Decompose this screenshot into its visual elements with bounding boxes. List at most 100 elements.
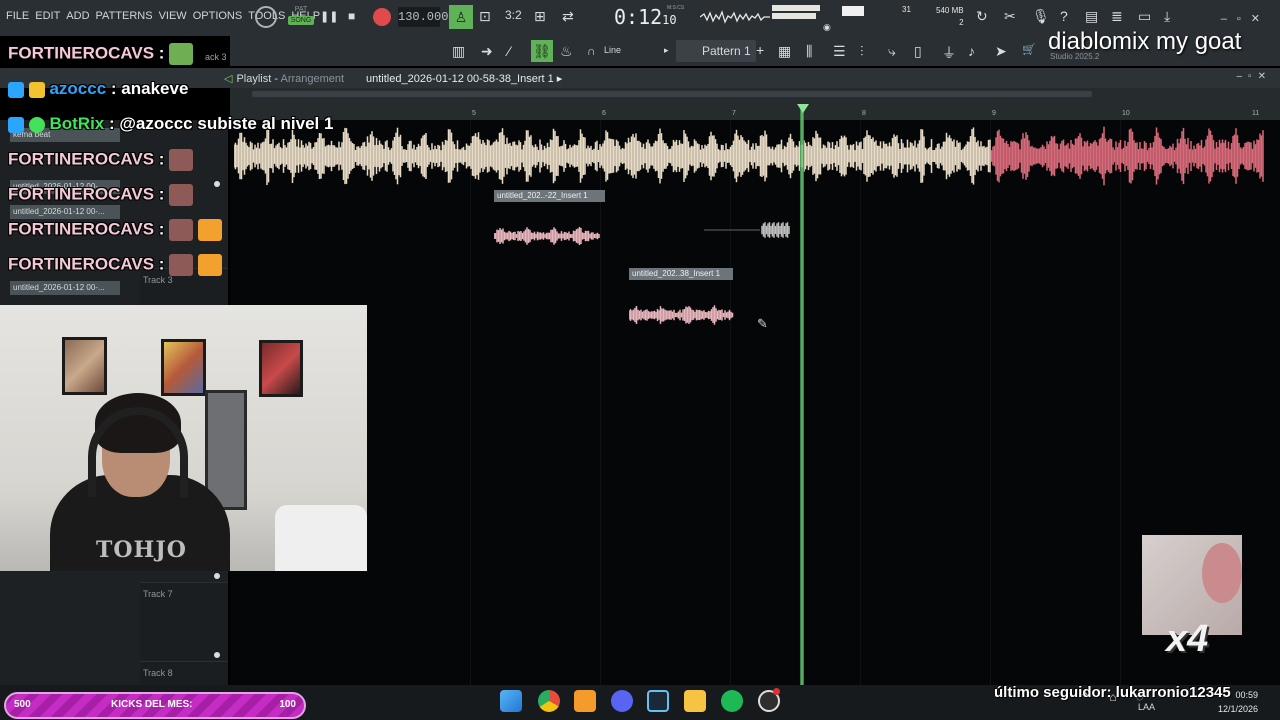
menu-patterns[interactable]: PATTERNS <box>96 10 153 22</box>
browser-icon[interactable]: ▯ <box>914 43 922 60</box>
piano-icon[interactable]: ▥ <box>452 43 465 60</box>
steam-icon[interactable] <box>647 690 669 712</box>
avatar-emote-icon <box>169 254 194 276</box>
link-icon[interactable]: ⛓ <box>531 40 553 62</box>
chevron-right-icon[interactable]: ▸ <box>664 45 669 56</box>
download-icon[interactable]: ⤓ <box>1164 8 1170 25</box>
chat-message: FORTINEROCAVS : <box>8 219 222 241</box>
gridline <box>730 120 731 685</box>
master-knob-icon[interactable] <box>255 6 277 28</box>
avatar-emote-icon <box>169 149 194 171</box>
poster-image <box>161 339 206 396</box>
windows-start-icon[interactable] <box>500 690 522 712</box>
typing-keyboard-icon[interactable]: ⊞ <box>534 8 546 25</box>
spotify-icon[interactable] <box>721 690 743 712</box>
track-header-8[interactable]: Track 8 <box>140 661 228 685</box>
chat-icon[interactable]: ▭ <box>1138 8 1151 25</box>
chrome-icon[interactable] <box>538 690 560 712</box>
chat-message: FORTINEROCAVS : <box>8 149 194 171</box>
menu-options[interactable]: OPTIONS <box>193 10 243 22</box>
faders-icon[interactable]: ⫶ <box>860 43 864 60</box>
oscilloscope <box>700 10 770 24</box>
audio-clip-waveform[interactable] <box>494 226 606 246</box>
slice-icon[interactable]: ⁄ <box>508 43 510 59</box>
menu-edit[interactable]: EDIT <box>35 10 60 22</box>
audio-clip-header[interactable]: untitled_202..-22_Insert 1 <box>494 190 605 202</box>
blend-icon[interactable]: ⇄ <box>562 8 574 25</box>
folder-icon[interactable] <box>684 690 706 712</box>
verified-badge-icon <box>28 116 45 133</box>
pattern-list-item[interactable]: untitled_2026-01-12 00-... <box>10 205 120 219</box>
track-mute-dot[interactable] <box>214 573 220 579</box>
bar-number: 6 <box>602 110 606 117</box>
tempo-tool-icon[interactable]: ♪ <box>968 43 975 59</box>
audio-clip-waveform[interactable] <box>234 124 1264 188</box>
undo-icon[interactable]: ↻ <box>976 8 988 25</box>
horizontal-scrollbar[interactable] <box>252 91 1092 97</box>
pause-icon[interactable]: ❚❚ <box>320 10 338 23</box>
routing-icon[interactable]: ⤷ <box>888 43 896 60</box>
metronome-icon[interactable]: ♙ <box>449 5 473 29</box>
save-icon[interactable]: ▤ <box>1085 8 1098 25</box>
microphone-icon[interactable]: 🎙 <box>1032 8 1050 25</box>
bar-number: 5 <box>472 110 476 117</box>
audio-clip-waveform[interactable] <box>704 220 790 240</box>
track-mute-dot[interactable] <box>214 181 220 187</box>
arrow-right-icon[interactable]: ➜ <box>481 43 493 60</box>
language-indicator[interactable]: LAA <box>1138 702 1155 712</box>
fl-studio-icon[interactable] <box>574 690 596 712</box>
loop-record-icon[interactable]: ⊡ <box>479 8 491 25</box>
badge-icon <box>8 81 24 98</box>
magnet-icon[interactable]: ∩ <box>587 44 596 58</box>
multiplier-text: x4 <box>1166 618 1209 660</box>
menu-file[interactable]: FILE <box>6 10 29 22</box>
menu-add[interactable]: ADD <box>66 10 89 22</box>
help-icon[interactable]: ? <box>1060 8 1068 24</box>
menu-view[interactable]: VIEW <box>159 10 187 22</box>
crown-badge-icon <box>28 81 45 98</box>
channel-rack-icon[interactable]: ☰ <box>833 43 846 60</box>
bar-number: 8 <box>862 110 866 117</box>
track-header-7[interactable]: Track 7 <box>140 582 228 660</box>
track-mute-dot[interactable] <box>214 652 220 658</box>
system-clock[interactable]: 00:59 12/1/2026 <box>1218 688 1258 716</box>
chat-message: FORTINEROCAVS : <box>8 43 194 65</box>
audio-clip-waveform[interactable] <box>629 304 735 326</box>
mixer-icon[interactable]: ⫼ <box>806 43 812 60</box>
poster-image <box>62 337 107 395</box>
pencil-cursor-icon: ✎ <box>757 316 768 331</box>
snap-selector[interactable]: Line <box>604 45 621 55</box>
notification-dot-icon <box>773 688 780 695</box>
notes-icon[interactable]: ≣ <box>1111 8 1123 25</box>
pattern-list-item[interactable]: untitled_2026-01-12 00-... <box>10 281 120 295</box>
step-edit-icon[interactable]: 3:2 <box>505 8 522 22</box>
pattern-selector[interactable]: Pattern 1 <box>676 40 756 62</box>
tempo-display[interactable]: 130.000 <box>398 7 448 27</box>
avatar-emote-icon <box>169 219 194 241</box>
record-button[interactable] <box>373 8 391 26</box>
stop-icon[interactable]: ■ <box>348 9 355 23</box>
webcam-feed: TOHJO <box>0 305 367 571</box>
add-pattern-icon[interactable]: + <box>756 42 764 58</box>
playlist-grid[interactable] <box>230 120 1280 685</box>
pitch-knob-icon[interactable]: ◉ <box>823 22 831 33</box>
playhead[interactable] <box>800 105 804 685</box>
goat-overlay-text: diablomix my goat <box>1048 28 1242 55</box>
chat-message: BotRix : @azoccc subiste al nivel 1 <box>8 114 333 134</box>
pat-song-toggle[interactable]: PAT SONG <box>288 5 314 29</box>
stamp-icon[interactable]: ♨ <box>560 43 573 60</box>
cut-icon[interactable]: ✂ <box>1004 8 1016 25</box>
playhead-marker-icon[interactable] <box>797 104 809 113</box>
playlist-window-controls[interactable]: –▫✕ <box>1237 71 1273 82</box>
memory-meter: 540 MB 2 <box>936 6 964 27</box>
playlist-file-name: untitled_2026-01-12 00-58-38_Insert 1 ▸ <box>366 73 563 85</box>
cpu-value: 31 <box>902 5 911 14</box>
discord-icon[interactable] <box>611 690 633 712</box>
audio-clip-header[interactable]: untitled_202..38_Insert 1 <box>629 268 733 280</box>
plugin-icon[interactable]: ⏚ <box>942 43 956 63</box>
playlist-icon[interactable]: ▦ <box>778 43 791 60</box>
send-icon[interactable]: ➤ <box>995 43 1007 60</box>
playlist-title: ◁ Playlist - Arrangement <box>224 73 345 85</box>
cart-icon[interactable]: 🛒 <box>1022 43 1036 56</box>
window-controls[interactable]: –▫✕ <box>1221 12 1270 25</box>
